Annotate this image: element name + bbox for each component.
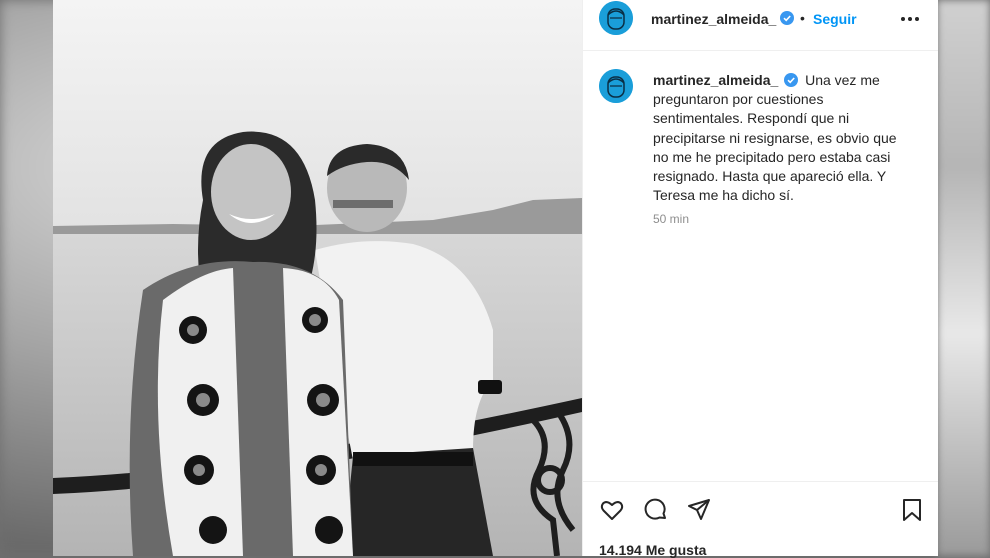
user-avatar-icon (599, 1, 633, 35)
photo-illustration (53, 0, 582, 556)
user-avatar-icon (599, 69, 633, 103)
post-photo[interactable] (53, 0, 582, 556)
heart-icon[interactable] (599, 497, 625, 523)
post-actions: 14.194 Me gusta (583, 481, 938, 558)
share-icon[interactable] (686, 497, 712, 523)
follow-button[interactable]: Seguir (813, 11, 857, 27)
comment-icon[interactable] (643, 497, 669, 523)
verified-icon (784, 73, 799, 87)
bookmark-icon[interactable] (899, 497, 925, 523)
header-separator: • (800, 10, 805, 26)
caption-username[interactable]: martinez_almeida_ (653, 72, 778, 88)
post-timestamp[interactable]: 50 min (653, 212, 689, 226)
blurred-background-right (937, 0, 990, 556)
caption-body: Una vez me preguntaron por cuestiones se… (653, 72, 897, 204)
verified-icon (780, 11, 794, 25)
post-header: martinez_almeida_ • Seguir (583, 0, 938, 51)
post-panel: martinez_almeida_ • Seguir martinez_alme… (582, 0, 938, 558)
caption-avatar[interactable] (599, 69, 633, 103)
more-options-icon[interactable] (899, 12, 921, 26)
header-username[interactable]: martinez_almeida_ (651, 11, 776, 27)
avatar[interactable] (599, 1, 633, 35)
post-caption: martinez_almeida_ Una vez me preguntaron… (653, 71, 915, 205)
